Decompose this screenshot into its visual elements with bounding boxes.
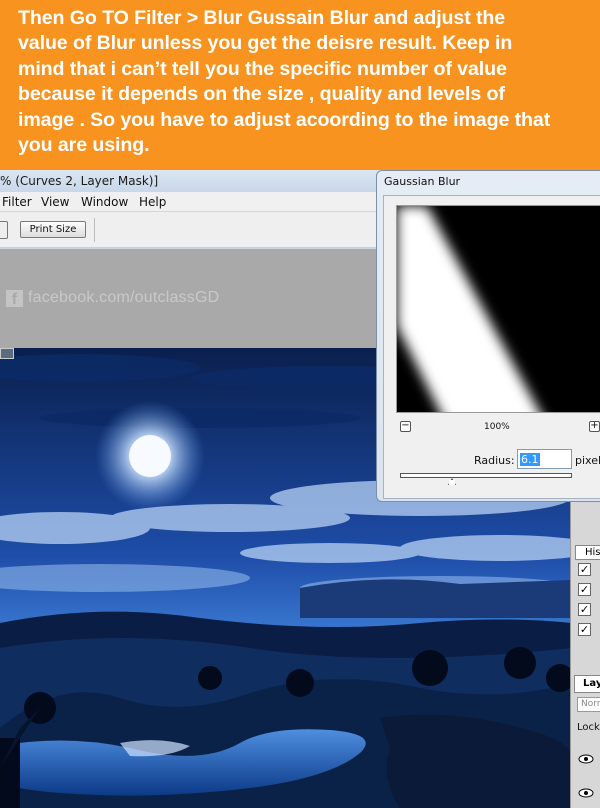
- radius-slider[interactable]: [400, 473, 572, 478]
- blur-preview[interactable]: [396, 205, 600, 413]
- instruction-line: you are using.: [18, 134, 150, 157]
- zoom-level: 100%: [484, 422, 510, 432]
- blur-preview-image: [397, 206, 600, 412]
- blend-mode-select[interactable]: Norr: [577, 697, 600, 712]
- instruction-line: Then Go TO Filter > Blur Gussain Blur an…: [18, 7, 506, 29]
- history-tab[interactable]: His: [575, 545, 600, 560]
- history-checkbox[interactable]: ✓: [578, 603, 591, 616]
- menu-view[interactable]: View: [41, 195, 69, 209]
- facebook-watermark: f facebook.com/outclassGD: [6, 289, 220, 308]
- menu-help[interactable]: Help: [139, 195, 166, 209]
- history-checkbox[interactable]: ✓: [578, 623, 591, 636]
- gaussian-blur-dialog: Gaussian Blur − 100% + Radius: 6.1 pixel…: [376, 170, 600, 502]
- history-checkbox[interactable]: ✓: [578, 583, 591, 596]
- document-title: % (Curves 2, Layer Mask)]: [0, 170, 380, 192]
- canvas-background: f facebook.com/outclassGD: [0, 249, 380, 349]
- print-size-button[interactable]: Print Size: [20, 221, 86, 238]
- instruction-banner: Then Go TO Filter > Blur Gussain Blur an…: [0, 0, 600, 170]
- radius-unit: pixels: [575, 454, 600, 467]
- options-bar: Print Size: [0, 212, 380, 248]
- dialog-body: − 100% + Radius: 6.1 pixels: [383, 195, 600, 499]
- lock-label: Lock:: [577, 722, 600, 733]
- layers-tab[interactable]: Lay: [574, 675, 600, 693]
- options-button[interactable]: [0, 221, 8, 239]
- eye-icon[interactable]: [577, 752, 595, 766]
- instruction-line: mind that i can’t tell you the specific …: [18, 57, 507, 80]
- radius-value: 6.1: [520, 453, 540, 466]
- zoom-out-icon[interactable]: −: [400, 421, 411, 432]
- menu-filter[interactable]: Filter: [2, 195, 32, 209]
- dialog-title: Gaussian Blur: [384, 175, 461, 188]
- eye-icon[interactable]: [577, 786, 595, 800]
- history-checkbox[interactable]: ✓: [578, 563, 591, 576]
- slider-thumb-inner: [449, 480, 455, 485]
- radius-label: Radius:: [474, 454, 515, 467]
- watermark-text: facebook.com/outclassGD: [28, 289, 220, 306]
- instruction-line: image . So you have to adjust acoording …: [18, 108, 551, 131]
- image-icon: [0, 348, 14, 359]
- instruction-line: value of Blur unless you get the deisre …: [18, 32, 513, 55]
- menu-bar: Filter View Window Help: [0, 192, 380, 212]
- instruction-line: because it depends on the size , quality…: [18, 83, 505, 106]
- zoom-in-icon[interactable]: +: [589, 421, 600, 432]
- options-divider: [94, 218, 95, 242]
- facebook-icon: f: [6, 290, 23, 308]
- radius-input[interactable]: 6.1: [517, 449, 572, 469]
- menu-window[interactable]: Window: [81, 195, 128, 209]
